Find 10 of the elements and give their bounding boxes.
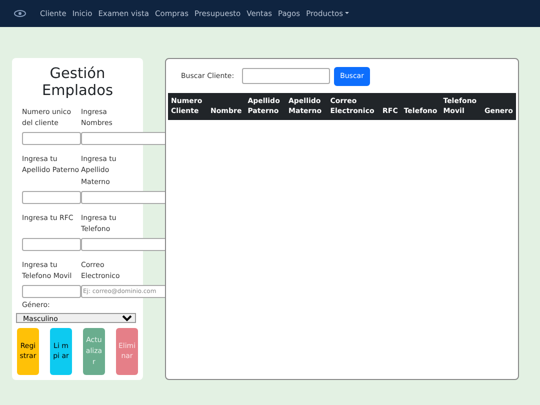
input-field[interactable] [22, 190, 81, 204]
input-field[interactable] [81, 190, 167, 204]
input-field[interactable] [22, 238, 81, 252]
search-field[interactable] [242, 68, 330, 84]
input-field[interactable] [81, 132, 167, 146]
input-field[interactable] [22, 285, 81, 298]
form-title: Gestión Emplados [40, 66, 114, 101]
input-field[interactable] [81, 238, 167, 252]
eye-icon[interactable] [14, 10, 26, 17]
input-field[interactable] [22, 132, 81, 146]
